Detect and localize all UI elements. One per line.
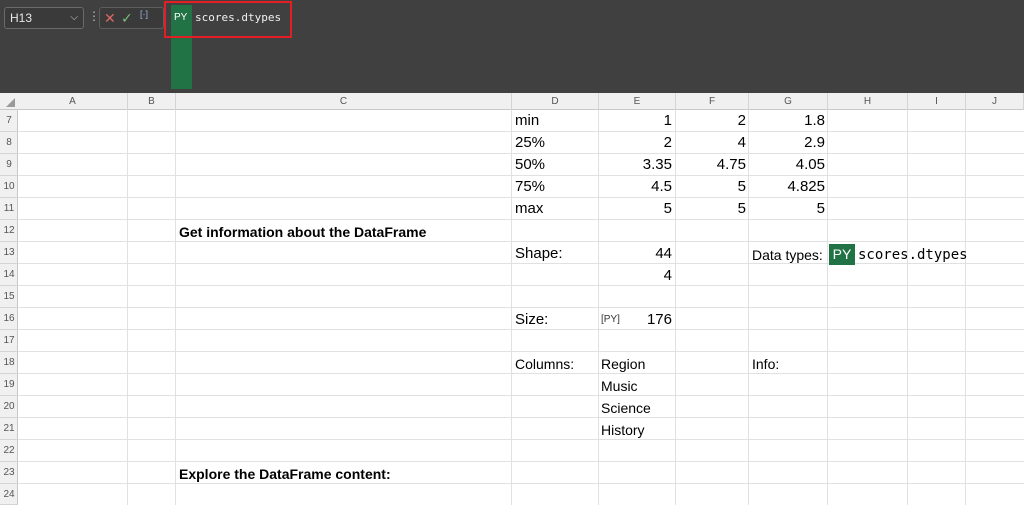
gridline: [511, 110, 512, 505]
cell-d13[interactable]: Shape:: [515, 243, 563, 265]
row-header-11[interactable]: 11: [0, 198, 18, 220]
cell-e21[interactable]: History: [601, 419, 645, 441]
h13-py-badge[interactable]: PY: [829, 244, 855, 265]
column-header-g[interactable]: G: [749, 93, 828, 110]
cell-e7[interactable]: 1: [599, 110, 672, 132]
gridline: [18, 439, 1024, 440]
row-header-13[interactable]: 13: [0, 242, 18, 264]
cell-g9[interactable]: 4.05: [749, 154, 825, 176]
cell-c12[interactable]: Get information about the DataFrame: [179, 221, 426, 243]
formula-buttons: ✕ ✓ [·]: [99, 7, 164, 29]
gridline: [175, 110, 176, 505]
gridline: [965, 110, 966, 505]
cell-e18[interactable]: Region: [601, 353, 645, 375]
confirm-icon[interactable]: ✓: [121, 10, 133, 27]
row-header-column: 7 8 9 10 11 12 13 14 15 16 17 18 19 20 2…: [0, 110, 18, 505]
gridline: [18, 285, 1024, 286]
gridline: [827, 110, 828, 505]
cell-f11[interactable]: 5: [676, 198, 746, 220]
cell-c23[interactable]: Explore the DataFrame content:: [179, 463, 391, 485]
cell-g10[interactable]: 4.825: [749, 176, 825, 198]
formula-input[interactable]: PY scores.dtypes: [170, 5, 1024, 89]
cell-e19[interactable]: Music: [601, 375, 638, 397]
cell-e11[interactable]: 5: [599, 198, 672, 220]
gridline: [18, 417, 1024, 418]
cell-e9[interactable]: 3.35: [599, 154, 672, 176]
row-header-10[interactable]: 10: [0, 176, 18, 198]
formula-bar-area: H13 ⌵ ⋮ ✕ ✓ [·] PY scores.dtypes: [0, 0, 1024, 93]
row-header-9[interactable]: 9: [0, 154, 18, 176]
row-header-20[interactable]: 20: [0, 396, 18, 418]
cell-f7[interactable]: 2: [676, 110, 746, 132]
row-header-19[interactable]: 19: [0, 374, 18, 396]
column-header-h[interactable]: H: [828, 93, 908, 110]
row-header-14[interactable]: 14: [0, 264, 18, 286]
cell-d7[interactable]: min: [515, 110, 539, 132]
row-header-12[interactable]: 12: [0, 220, 18, 242]
gridline: [907, 110, 908, 505]
cell-f10[interactable]: 5: [676, 176, 746, 198]
cell-d9[interactable]: 50%: [515, 154, 545, 176]
gridline: [18, 395, 1024, 396]
row-header-8[interactable]: 8: [0, 132, 18, 154]
column-header-e[interactable]: E: [599, 93, 676, 110]
cell-e10[interactable]: 4.5: [599, 176, 672, 198]
column-header-d[interactable]: D: [512, 93, 599, 110]
row-header-16[interactable]: 16: [0, 308, 18, 330]
select-all-corner[interactable]: [0, 93, 18, 110]
gridline: [18, 241, 1024, 242]
cell-g18[interactable]: Info:: [752, 353, 779, 375]
cell-d18[interactable]: Columns:: [515, 353, 574, 375]
name-box[interactable]: H13 ⌵: [4, 7, 84, 29]
annotation-highlight-box: [164, 1, 292, 38]
cell-f9[interactable]: 4.75: [676, 154, 746, 176]
row-header-17[interactable]: 17: [0, 330, 18, 352]
column-header-row: A B C D E F G H I J: [0, 93, 1024, 110]
cell-g8[interactable]: 2.9: [749, 132, 825, 154]
select-all-icon: [6, 98, 15, 107]
cell-e20[interactable]: Science: [601, 397, 651, 419]
gridline: [18, 483, 1024, 484]
cell-e14[interactable]: 4: [599, 265, 672, 287]
cell-d8[interactable]: 25%: [515, 132, 545, 154]
column-header-c[interactable]: C: [176, 93, 512, 110]
cell-d10[interactable]: 75%: [515, 176, 545, 198]
row-header-23[interactable]: 23: [0, 462, 18, 484]
gridline: [18, 351, 1024, 352]
cell-d16[interactable]: Size:: [515, 309, 548, 331]
insert-python-icon[interactable]: [·]: [140, 9, 148, 19]
column-header-j[interactable]: J: [966, 93, 1024, 110]
gridline: [127, 110, 128, 505]
cell-h13-formula[interactable]: scores.dtypes: [858, 244, 968, 266]
cell-g13[interactable]: Data types:: [752, 244, 823, 266]
column-header-i[interactable]: I: [908, 93, 966, 110]
cell-e8[interactable]: 2: [599, 132, 672, 154]
name-box-value: H13: [10, 11, 33, 25]
cell-e13[interactable]: 44: [599, 243, 672, 265]
row-header-24[interactable]: 24: [0, 484, 18, 505]
row-header-7[interactable]: 7: [0, 110, 18, 132]
row-header-22[interactable]: 22: [0, 440, 18, 462]
row-header-15[interactable]: 15: [0, 286, 18, 308]
gridline: [18, 461, 1024, 462]
column-header-b[interactable]: B: [128, 93, 176, 110]
cell-g7[interactable]: 1.8: [749, 110, 825, 132]
row-header-18[interactable]: 18: [0, 352, 18, 374]
cancel-icon[interactable]: ✕: [104, 10, 116, 27]
cell-e16[interactable]: 176: [599, 309, 672, 331]
column-header-f[interactable]: F: [676, 93, 749, 110]
row-header-21[interactable]: 21: [0, 418, 18, 440]
cell-g11[interactable]: 5: [749, 198, 825, 220]
cell-f8[interactable]: 4: [676, 132, 746, 154]
cell-d11[interactable]: max: [515, 198, 543, 220]
gridline: [18, 307, 1024, 308]
column-header-a[interactable]: A: [18, 93, 128, 110]
chevron-down-icon[interactable]: ⌵: [70, 8, 78, 28]
